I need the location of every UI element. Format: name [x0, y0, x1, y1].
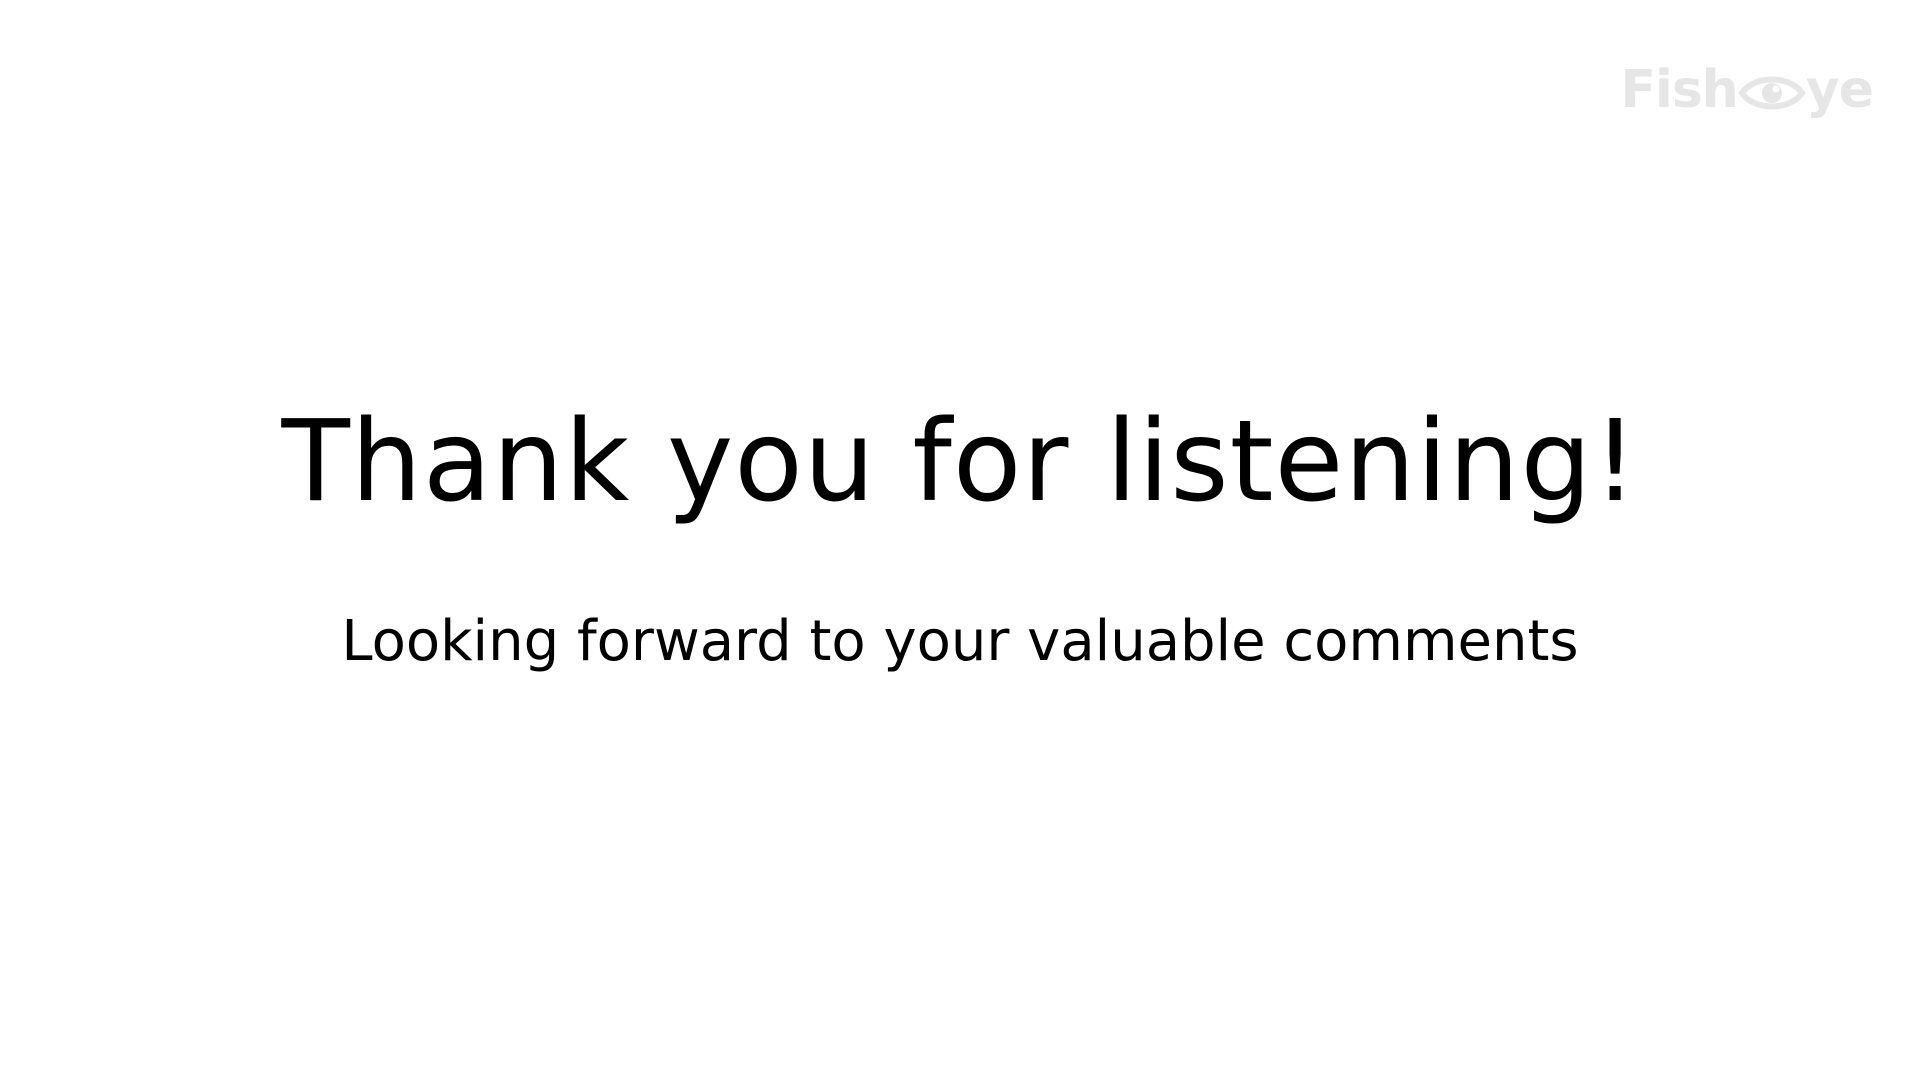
- fisheye-logo: Fish ye: [1620, 60, 1875, 120]
- logo-text-fish: Fish: [1620, 60, 1739, 120]
- slide-content: Thank you for listening! Looking forward…: [0, 398, 1920, 672]
- eye-icon: [1738, 71, 1806, 115]
- slide: Fish ye Thank you for listening! Looking…: [0, 0, 1920, 1080]
- slide-subtitle: Looking forward to your valuable comment…: [341, 608, 1579, 674]
- logo-text-ye: ye: [1805, 60, 1874, 120]
- slide-title: Thank you for listening!: [281, 397, 1639, 527]
